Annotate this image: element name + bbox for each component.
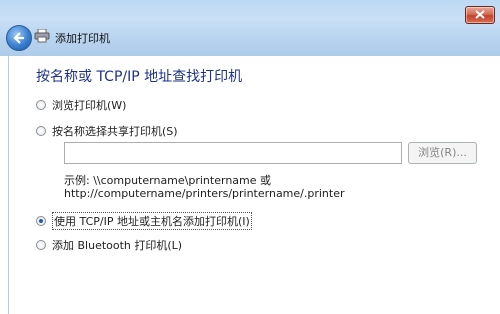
close-button[interactable] — [465, 6, 495, 24]
back-button[interactable] — [6, 25, 32, 51]
back-arrow-icon — [13, 32, 24, 44]
option-label: 添加 Bluetooth 打印机(L) — [52, 239, 183, 252]
radio-bluetooth-printer[interactable] — [36, 240, 46, 250]
radio-browse-printers[interactable] — [36, 100, 46, 110]
shared-printer-name-input[interactable] — [64, 142, 402, 164]
printer-icon — [34, 29, 50, 43]
example-line-1: 示例: \\computername\printername 或 — [64, 174, 272, 187]
option-tcpip-hostname[interactable]: 使用 TCP/IP 地址或主机名添加打印机(I) — [36, 212, 252, 230]
radio-tcpip-hostname[interactable] — [36, 216, 46, 226]
window-title: 添加打印机 — [55, 32, 110, 45]
title-bar — [0, 0, 500, 56]
option-browse-printers[interactable]: 浏览打印机(W) — [36, 97, 126, 113]
page-heading: 按名称或 TCP/IP 地址查找打印机 — [36, 69, 243, 85]
option-label: 使用 TCP/IP 地址或主机名添加打印机(I) — [52, 212, 252, 230]
radio-shared-printer[interactable] — [36, 126, 46, 136]
example-line-2: http://computername/printers/printername… — [64, 187, 345, 200]
option-bluetooth-printer[interactable]: 添加 Bluetooth 打印机(L) — [36, 237, 182, 253]
option-label: 浏览打印机(W) — [52, 99, 127, 112]
close-icon — [475, 10, 485, 19]
option-label: 按名称选择共享打印机(S) — [52, 125, 178, 138]
option-shared-printer[interactable]: 按名称选择共享打印机(S) — [36, 123, 178, 139]
browse-button[interactable]: 浏览(R)... — [408, 142, 477, 164]
